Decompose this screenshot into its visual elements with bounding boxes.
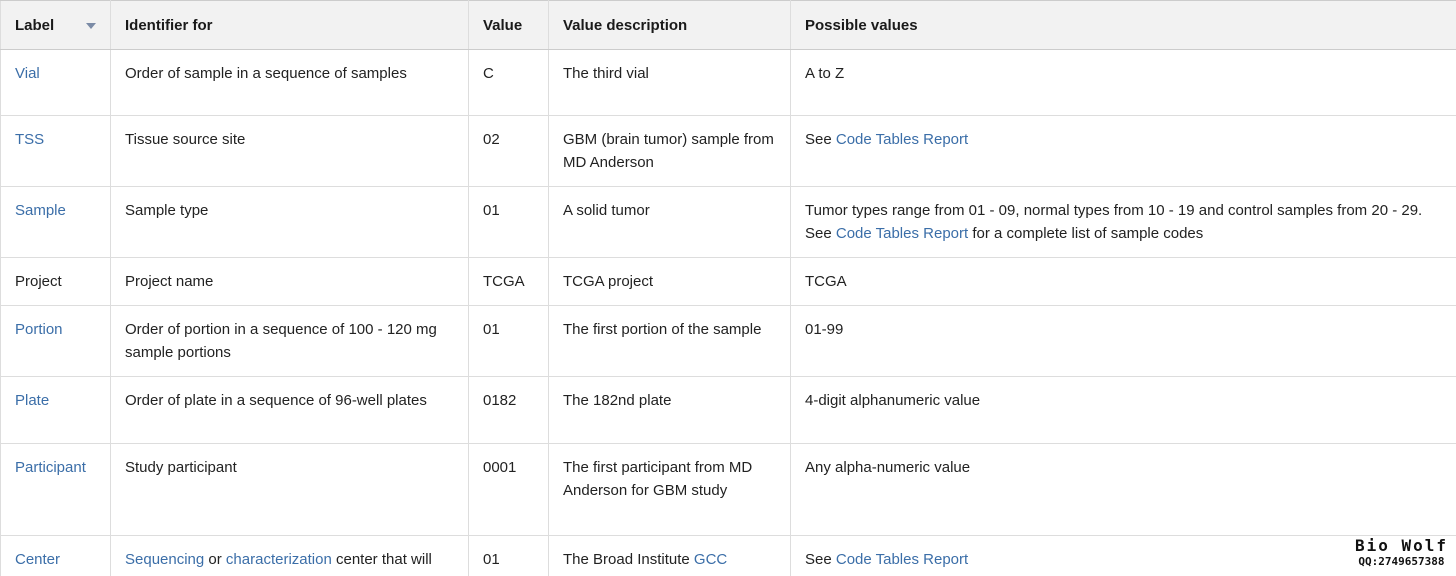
label-project: Project	[15, 273, 62, 290]
possible-values-prefix: See	[805, 551, 836, 568]
cell-possible-values: 4-digit alphanumeric value	[790, 376, 1456, 444]
cell-identifier-for: Sample type	[110, 186, 469, 258]
link-sample[interactable]: Sample	[15, 202, 66, 219]
cell-value-description: A solid tumor	[548, 186, 791, 258]
cell-value: 0001	[468, 443, 549, 536]
cell-value: 0182	[468, 376, 549, 444]
cell-possible-values: Tumor types range from 01 - 09, normal t…	[790, 186, 1456, 258]
column-header-value[interactable]: Value	[468, 0, 549, 50]
link-code-tables-report[interactable]: Code Tables Report	[836, 225, 968, 242]
link-code-tables-report[interactable]: Code Tables Report	[836, 551, 968, 568]
cell-value-description: The third vial	[548, 49, 791, 116]
table-row: Portion Order of portion in a sequence o…	[0, 305, 1456, 377]
link-portion[interactable]: Portion	[15, 321, 63, 338]
cell-identifier-for: Order of portion in a sequence of 100 - …	[110, 305, 469, 377]
table-header: Label Identifier for Value Value descrip…	[0, 0, 1456, 50]
column-header-possible-values-text: Possible values	[805, 16, 918, 34]
link-sequencing[interactable]: Sequencing	[125, 551, 204, 568]
cell-identifier-for: Order of sample in a sequence of samples	[110, 49, 469, 116]
cell-value: C	[468, 49, 549, 116]
table-row: TSS Tissue source site 02 GBM (brain tum…	[0, 115, 1456, 187]
table-row: Project Project name TCGA TCGA project T…	[0, 257, 1456, 306]
cell-value: 01	[468, 535, 549, 576]
table-row: Vial Order of sample in a sequence of sa…	[0, 49, 1456, 116]
table-row: Plate Order of plate in a sequence of 96…	[0, 376, 1456, 444]
cell-identifier-for: Study participant	[110, 443, 469, 536]
cell-possible-values: See Code Tables Report	[790, 115, 1456, 187]
cell-identifier-for: Project name	[110, 257, 469, 306]
cell-value-description: TCGA project	[548, 257, 791, 306]
cell-identifier-for: Tissue source site	[110, 115, 469, 187]
link-center[interactable]: Center	[15, 551, 60, 568]
cell-label: Participant	[0, 443, 111, 536]
link-characterization[interactable]: characterization	[226, 551, 332, 568]
cell-value-description: GBM (brain tumor) sample from MD Anderso…	[548, 115, 791, 187]
cell-value: 01	[468, 305, 549, 377]
cell-possible-values: Any alpha-numeric value	[790, 443, 1456, 536]
link-code-tables-report[interactable]: Code Tables Report	[836, 131, 968, 148]
possible-values-suffix: for a complete list of sample codes	[968, 225, 1204, 242]
cell-possible-values: TCGA	[790, 257, 1456, 306]
column-header-value-text: Value	[483, 16, 523, 34]
table-row: Sample Sample type 01 A solid tumor Tumo…	[0, 186, 1456, 258]
cell-label: TSS	[0, 115, 111, 187]
column-header-identifier-for[interactable]: Identifier for	[110, 0, 469, 50]
link-plate[interactable]: Plate	[15, 392, 49, 409]
column-header-value-description[interactable]: Value description	[548, 0, 791, 50]
column-header-value-description-text: Value description	[563, 16, 688, 34]
page-root: Label Identifier for Value Value descrip…	[0, 0, 1456, 576]
value-description-prefix: The Broad Institute	[563, 551, 694, 568]
link-participant[interactable]: Participant	[15, 459, 86, 476]
cell-value-description: The Broad Institute GCC	[548, 535, 791, 576]
column-header-identifier-for-text: Identifier for	[125, 16, 213, 34]
cell-label: Portion	[0, 305, 111, 377]
cell-possible-values: 01-99	[790, 305, 1456, 377]
cell-value-description: The first participant from MD Anderson f…	[548, 443, 791, 536]
cell-value-description: The first portion of the sample	[548, 305, 791, 377]
link-vial[interactable]: Vial	[15, 65, 40, 82]
link-tss[interactable]: TSS	[15, 131, 44, 148]
chevron-down-icon[interactable]	[86, 23, 96, 29]
cell-label: Project	[0, 257, 111, 306]
cell-label: Center	[0, 535, 111, 576]
table-header-row: Label Identifier for Value Value descrip…	[0, 0, 1456, 50]
cell-possible-values: A to Z	[790, 49, 1456, 116]
cell-value: TCGA	[468, 257, 549, 306]
column-header-label-text: Label	[15, 16, 55, 34]
cell-label: Vial	[0, 49, 111, 116]
link-gcc[interactable]: GCC	[694, 551, 727, 568]
cell-value: 01	[468, 186, 549, 258]
cell-identifier-for: Order of plate in a sequence of 96-well …	[110, 376, 469, 444]
identifier-mid-text: or	[204, 551, 226, 568]
possible-values-prefix: See	[805, 131, 836, 148]
cell-possible-values: See Code Tables Report	[790, 535, 1456, 576]
table-row: Participant Study participant 0001 The f…	[0, 443, 1456, 536]
column-header-possible-values[interactable]: Possible values	[790, 0, 1456, 50]
cell-label: Plate	[0, 376, 111, 444]
table-row: Center Sequencing or characterization ce…	[0, 535, 1456, 576]
table-body: Vial Order of sample in a sequence of sa…	[0, 49, 1456, 576]
cell-label: Sample	[0, 186, 111, 258]
cell-value-description: The 182nd plate	[548, 376, 791, 444]
cell-value: 02	[468, 115, 549, 187]
tcga-barcode-table: Label Identifier for Value Value descrip…	[0, 0, 1456, 576]
cell-identifier-for: Sequencing or characterization center th…	[110, 535, 469, 576]
column-header-label[interactable]: Label	[0, 0, 111, 50]
